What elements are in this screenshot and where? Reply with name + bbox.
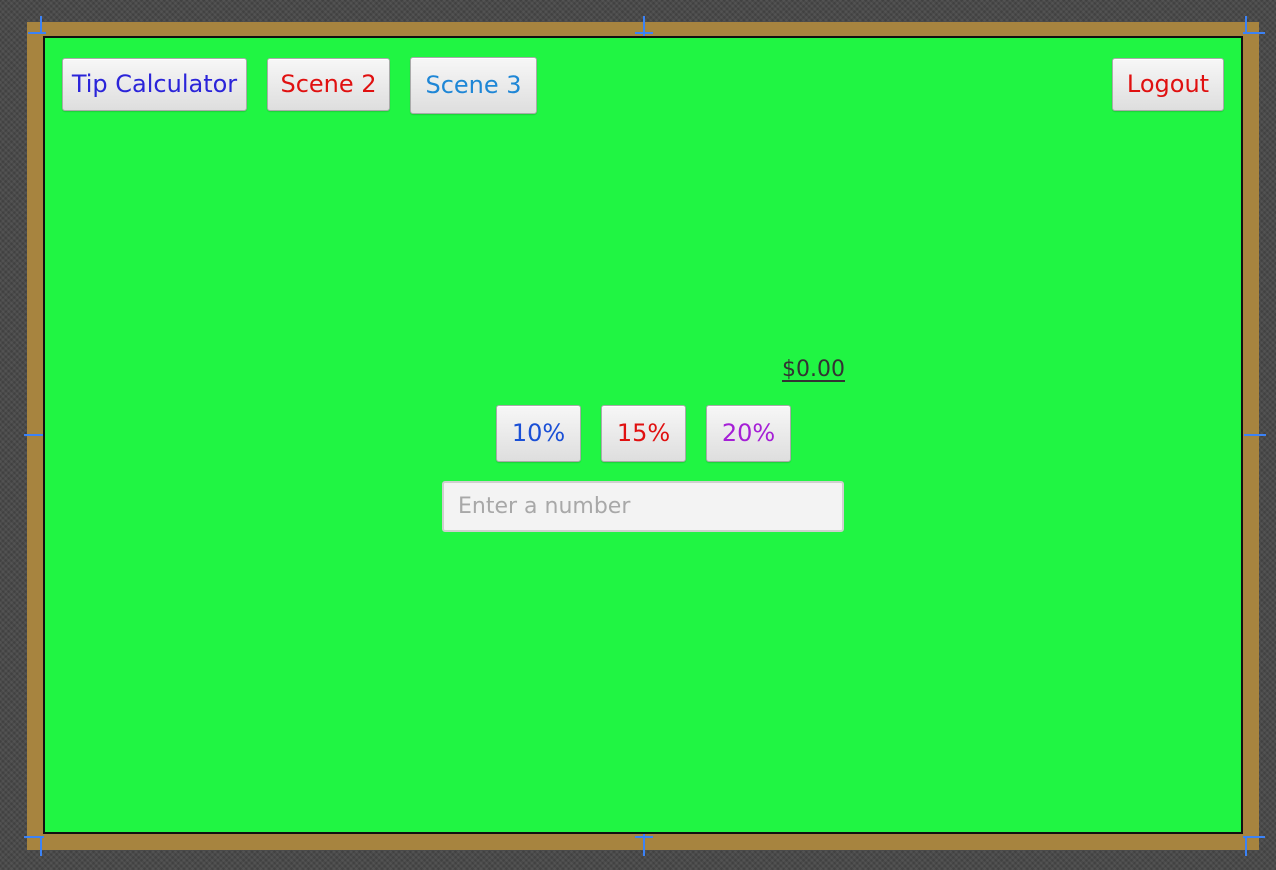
guide-marker <box>24 836 44 838</box>
tip-20-percent-button[interactable]: 20% <box>706 405 791 462</box>
guide-marker <box>24 434 44 436</box>
tip-calculator-button[interactable]: Tip Calculator <box>62 58 247 111</box>
scene-3-button[interactable]: Scene 3 <box>410 57 537 114</box>
guide-marker <box>1244 434 1266 436</box>
guide-marker <box>635 836 653 838</box>
logout-button[interactable]: Logout <box>1112 58 1224 111</box>
guide-marker <box>635 32 653 34</box>
guide-marker <box>1243 836 1265 838</box>
scene-2-button[interactable]: Scene 2 <box>267 58 390 111</box>
guide-marker <box>40 836 42 856</box>
tip-10-percent-button[interactable]: 10% <box>496 405 581 462</box>
tip-15-percent-button[interactable]: 15% <box>601 405 686 462</box>
bill-amount-input[interactable] <box>442 481 844 532</box>
guide-marker <box>28 32 46 34</box>
tip-amount-label: $0.00 <box>782 357 845 382</box>
guide-marker <box>1243 32 1265 34</box>
guide-marker <box>1245 836 1247 856</box>
